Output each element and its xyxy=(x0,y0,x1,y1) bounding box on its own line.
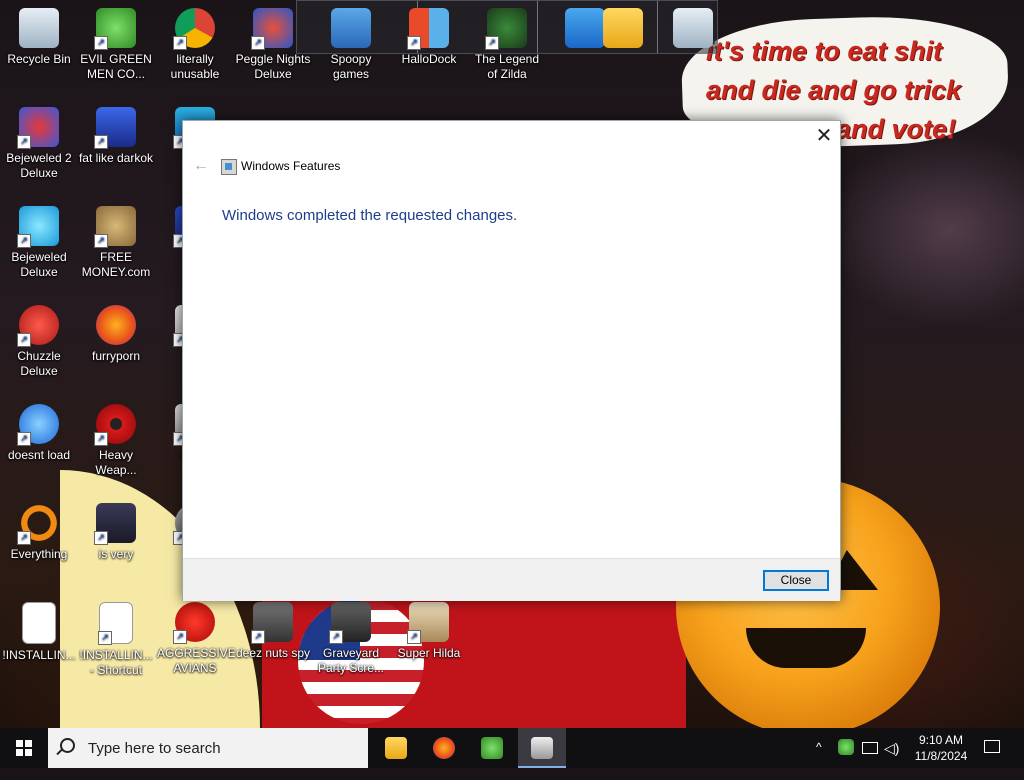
bejeweled2-icon: ↗ xyxy=(17,107,59,149)
network-icon[interactable] xyxy=(862,742,878,754)
clock[interactable]: 9:10 AM 11/8/2024 xyxy=(908,732,974,764)
recycle-bin-icon xyxy=(673,8,713,48)
dialog-title: Windows Features xyxy=(241,159,341,173)
clock-time: 9:10 AM xyxy=(918,733,964,747)
desktop-icon-everything[interactable]: ↗ Everything xyxy=(1,503,77,562)
taskbar-file-explorer[interactable] xyxy=(372,728,420,768)
green-men-tray-icon[interactable] xyxy=(838,739,854,755)
clock-date: 11/8/2024 xyxy=(914,749,968,763)
folder-icon xyxy=(385,737,407,759)
desktop-icon-legend-of-zilda[interactable]: ↗ The Legend of Zilda xyxy=(469,8,545,82)
start-button[interactable] xyxy=(0,728,48,768)
desktop-icon-super-hilda[interactable]: ↗ Super Hilda xyxy=(391,602,467,661)
mpl-icon: ↗ xyxy=(94,107,136,149)
taskbar-windows-features[interactable] xyxy=(518,728,566,768)
desktop-icon-deez-nuts-spy[interactable]: ↗ deez nuts spy xyxy=(235,602,311,661)
graveyard-icon: ↗ xyxy=(329,602,371,644)
completion-message: Windows completed the requested changes. xyxy=(222,207,518,224)
desktop-icon-doesnt-load[interactable]: ↗ doesnt load xyxy=(1,404,77,463)
dialog-footer: Close xyxy=(183,558,840,601)
desktop-icon-spoopy-games[interactable]: Spoopy games xyxy=(313,8,389,82)
speaker-icon[interactable]: ◁) xyxy=(884,740,899,780)
radiation-icon: ↗ xyxy=(94,404,136,446)
diamond-icon: ↗ xyxy=(17,206,59,248)
dialog-titlebar xyxy=(183,121,840,151)
back-arrow-icon[interactable]: ← xyxy=(193,157,209,175)
close-button[interactable]: Close xyxy=(763,570,829,591)
desktop-icon-bejeweled-2[interactable]: ↗ Bejeweled 2 Deluxe xyxy=(1,107,77,181)
chrome-icon: ↗ xyxy=(173,8,215,50)
angry-bird-icon: ↗ xyxy=(173,602,215,644)
hallodock-icon: ↗ xyxy=(407,8,449,50)
desktop-icon-installing[interactable]: !INSTALLIN... xyxy=(1,602,77,663)
mpl-shield-icon: ↗ xyxy=(94,503,136,545)
dock-recycle-icon[interactable] xyxy=(655,8,731,52)
desktop-icon-furryporn[interactable]: furryporn xyxy=(78,305,154,364)
windows-features-dialog: ✕ ← Windows Features Windows completed t… xyxy=(182,120,841,601)
taskbar-green-men[interactable] xyxy=(468,728,516,768)
desktop-icon-is-very[interactable]: ↗ is very xyxy=(78,503,154,562)
hilda-icon: ↗ xyxy=(407,602,449,644)
text-file-icon: ↗ xyxy=(98,602,133,645)
desktop-icon-aggressive-avians[interactable]: ↗ AGGRESSIVE AVIANS xyxy=(157,602,236,676)
money-bag-icon: ↗ xyxy=(94,206,136,248)
taskbar: Type here to search ^ ◁) 9:10 AM 11/8/20… xyxy=(0,728,1024,768)
windows-features-icon xyxy=(531,737,553,759)
everything-search-icon: ↗ xyxy=(17,503,59,545)
taskbar-firefox[interactable] xyxy=(420,728,468,768)
search-box[interactable]: Type here to search xyxy=(48,728,368,768)
notification-icon[interactable] xyxy=(984,740,1000,753)
dock-folder-icon[interactable] xyxy=(585,8,661,52)
desktop-icon-recycle-bin[interactable]: Recycle Bin xyxy=(1,8,77,67)
close-icon[interactable]: ✕ xyxy=(808,121,840,151)
search-placeholder: Type here to search xyxy=(88,740,221,757)
windows-logo-icon xyxy=(16,740,32,756)
desktop-icon-graveyard-party[interactable]: ↗ Graveyard Party Scre... xyxy=(313,602,389,676)
firefox-icon xyxy=(96,305,136,345)
desktop-icon-chuzzle[interactable]: ↗ Chuzzle Deluxe xyxy=(1,305,77,379)
firefox-icon xyxy=(433,737,455,759)
folder-icon xyxy=(603,8,643,48)
desktop-icon-hallodock[interactable]: ↗ HalloDock xyxy=(391,8,467,67)
text-file-icon xyxy=(22,602,56,644)
computer-network-icon xyxy=(331,8,371,48)
stacked-windows-icon: ↗ xyxy=(251,602,293,644)
chuzzle-icon: ↗ xyxy=(17,305,59,347)
green-men-icon xyxy=(481,737,503,759)
chevron-up-icon[interactable]: ^ xyxy=(816,740,830,780)
desktop-icon-fat-like-darkok[interactable]: ↗ fat like darkok xyxy=(78,107,154,166)
search-icon xyxy=(60,738,75,753)
green-men-icon: ↗ xyxy=(94,8,136,50)
windows-features-icon xyxy=(221,159,237,175)
desktop-icon-evil-green-men[interactable]: ↗ EVIL GREEN MEN CO... xyxy=(78,8,154,82)
desktop-icon-heavy-weapon[interactable]: ↗ Heavy Weap... xyxy=(78,404,154,478)
thunderbird-icon: ↗ xyxy=(17,404,59,446)
zilda-icon: ↗ xyxy=(485,8,527,50)
desktop-icon-peggle-nights[interactable]: ↗ Peggle Nights Deluxe xyxy=(235,8,311,82)
desktop-icon-bejeweled[interactable]: ↗ Bejeweled Deluxe xyxy=(1,206,77,280)
desktop-icon-free-money[interactable]: ↗ FREE MONEY.com xyxy=(78,206,154,280)
desktop-icon-literally-unusable[interactable]: ↗ literally unusable xyxy=(157,8,233,82)
desktop-icon-installing-shortcut[interactable]: ↗ !INSTALLIN... - Shortcut xyxy=(78,602,154,678)
recycle-bin-icon xyxy=(19,8,59,48)
peggle-icon: ↗ xyxy=(251,8,293,50)
